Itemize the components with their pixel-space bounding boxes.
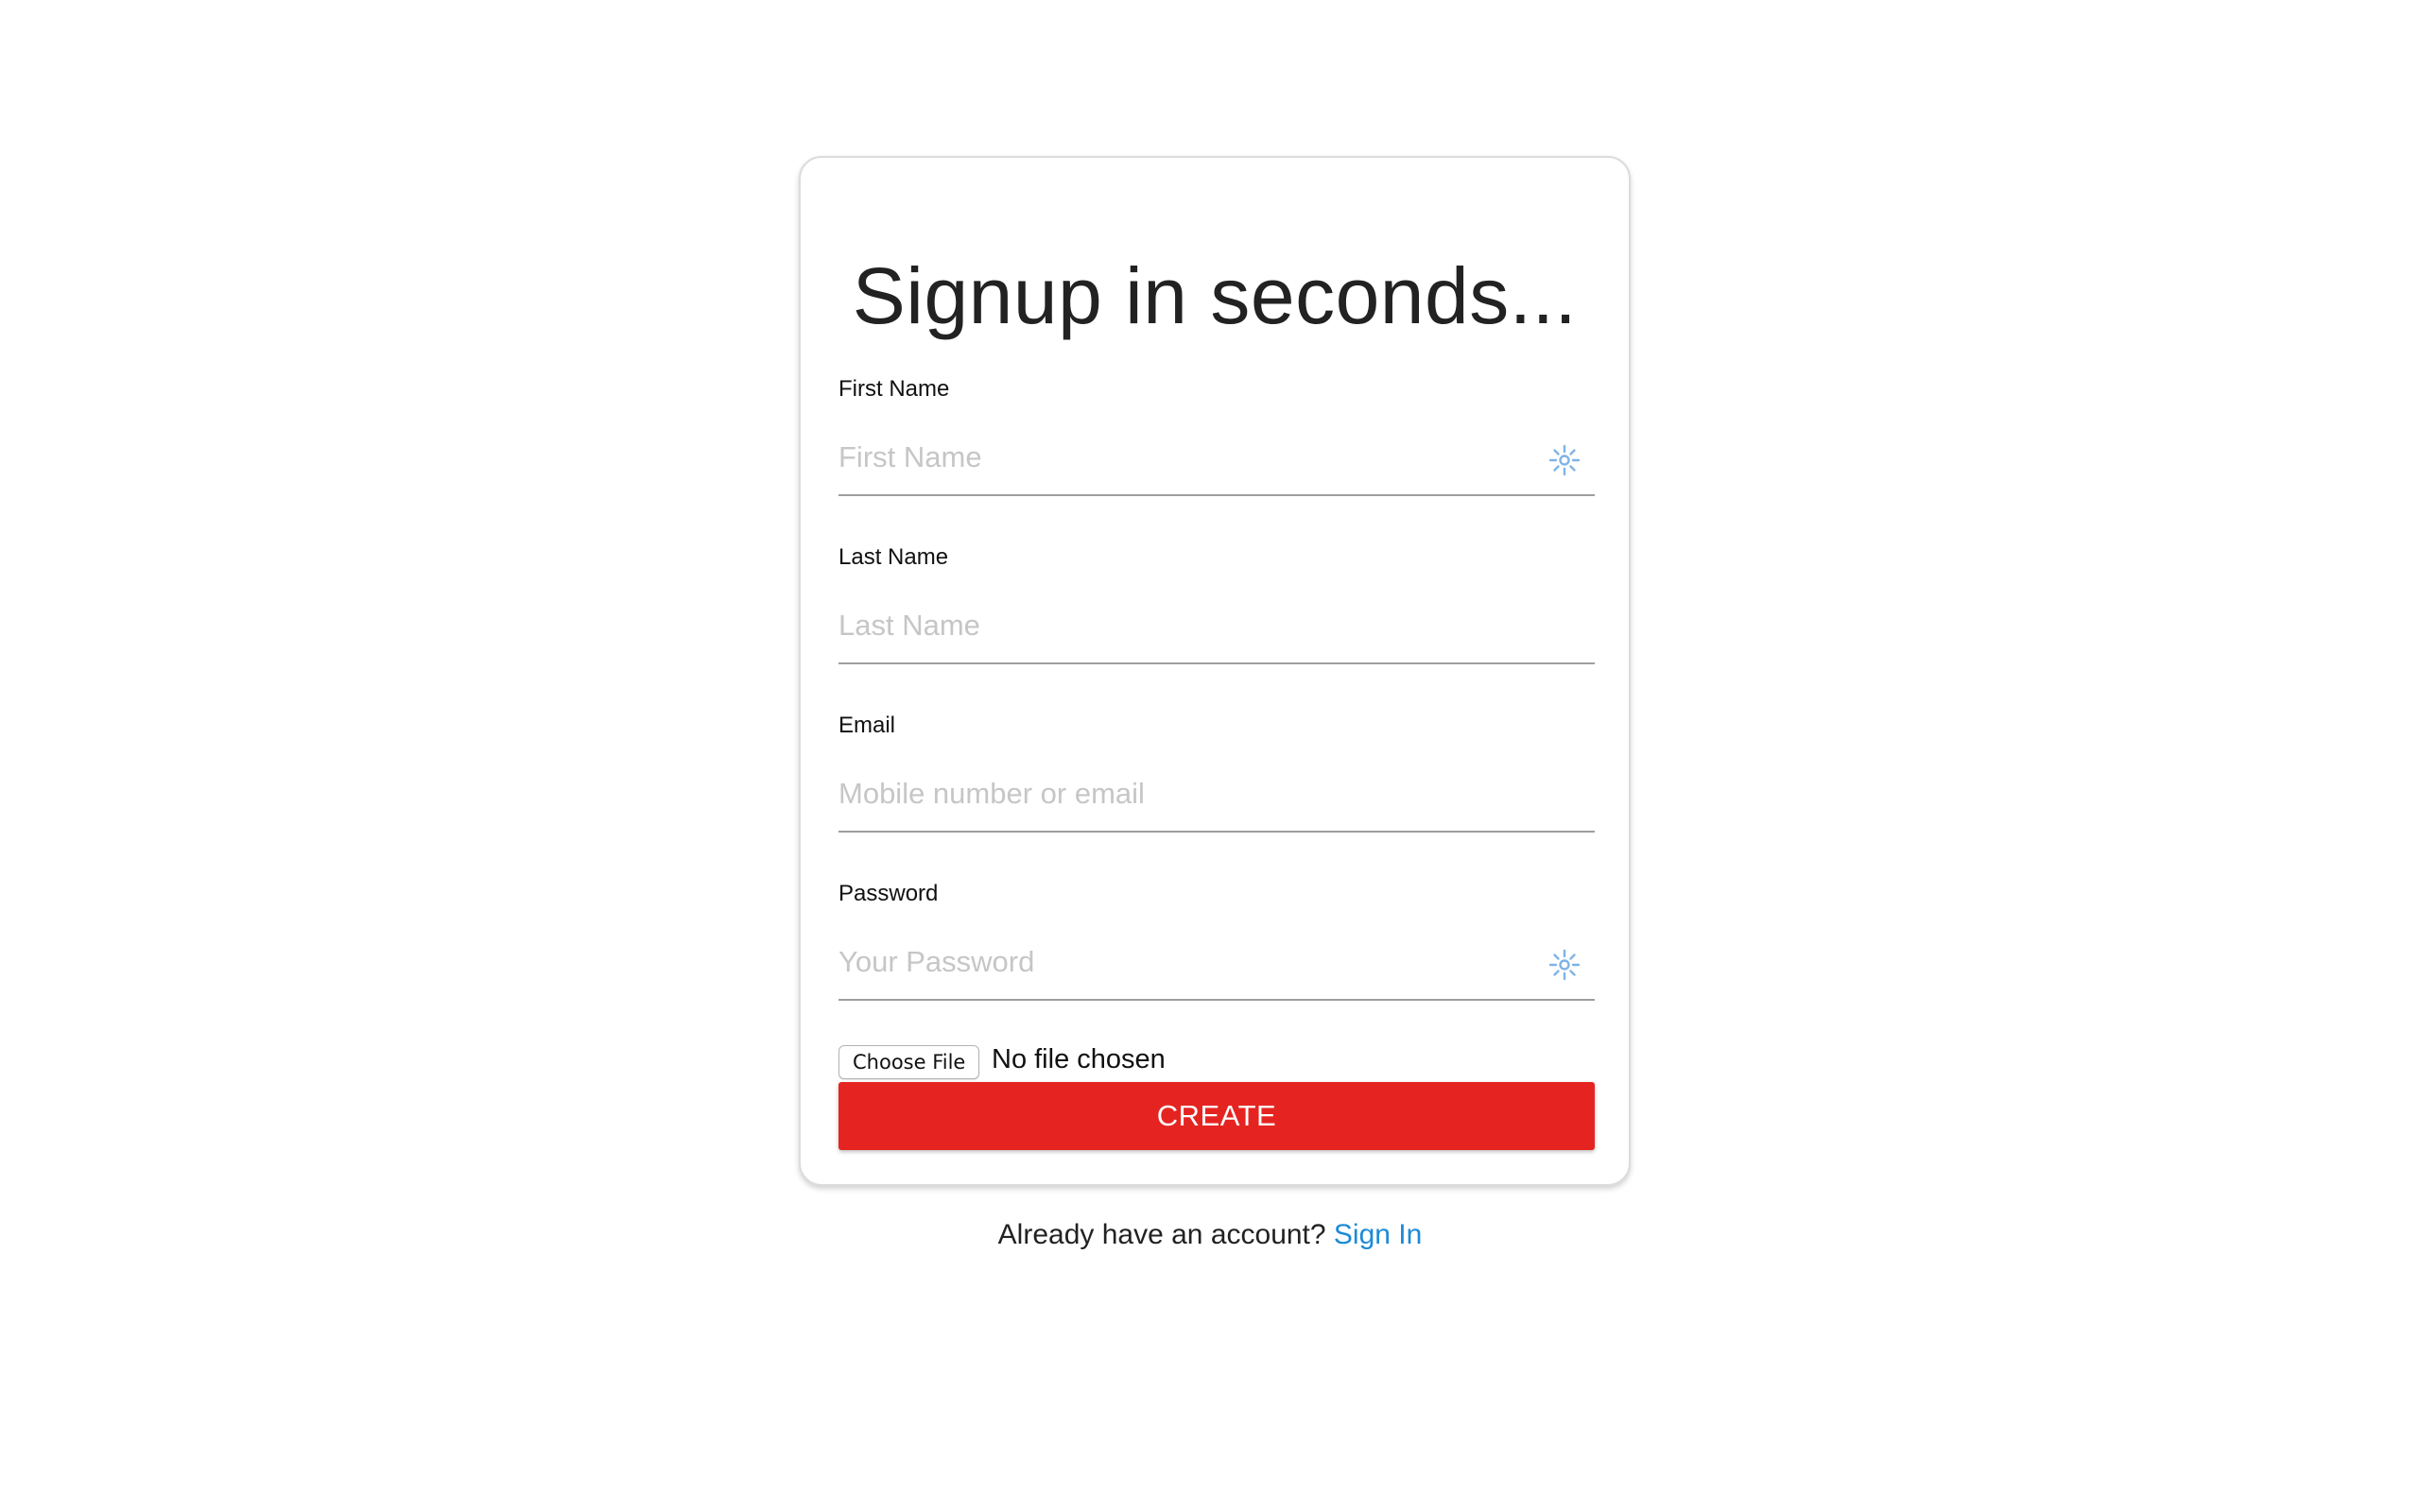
- signup-card: Signup in seconds... First Name Last Nam…: [799, 156, 1631, 1186]
- last-name-label: Last Name: [838, 544, 949, 570]
- password-label: Password: [838, 881, 939, 906]
- email-input[interactable]: [838, 757, 1595, 833]
- choose-file-button[interactable]: Choose File: [838, 1045, 980, 1079]
- autofill-sparkle-icon[interactable]: [1547, 443, 1582, 477]
- email-field: Email: [838, 712, 1595, 844]
- first-name-label: First Name: [838, 376, 950, 402]
- signin-prompt: Already have an account? Sign In: [0, 1216, 2420, 1254]
- file-upload: Choose File No file chosen: [838, 1041, 1595, 1079]
- file-status: No file chosen: [992, 1044, 1166, 1074]
- autofill-sparkle-icon[interactable]: [1547, 948, 1582, 982]
- last-name-input[interactable]: [838, 589, 1595, 664]
- create-button[interactable]: CREATE: [838, 1082, 1595, 1150]
- page-title: Signup in seconds...: [852, 251, 1578, 340]
- first-name-field: First Name: [838, 375, 1595, 507]
- password-input[interactable]: [838, 925, 1595, 1001]
- password-field: Password: [838, 880, 1595, 1012]
- first-name-input[interactable]: [838, 421, 1595, 496]
- email-label: Email: [838, 713, 896, 738]
- last-name-field: Last Name: [838, 543, 1595, 676]
- sign-in-link[interactable]: Sign In: [1334, 1219, 1422, 1250]
- signin-prompt-text: Already have an account?: [997, 1219, 1326, 1250]
